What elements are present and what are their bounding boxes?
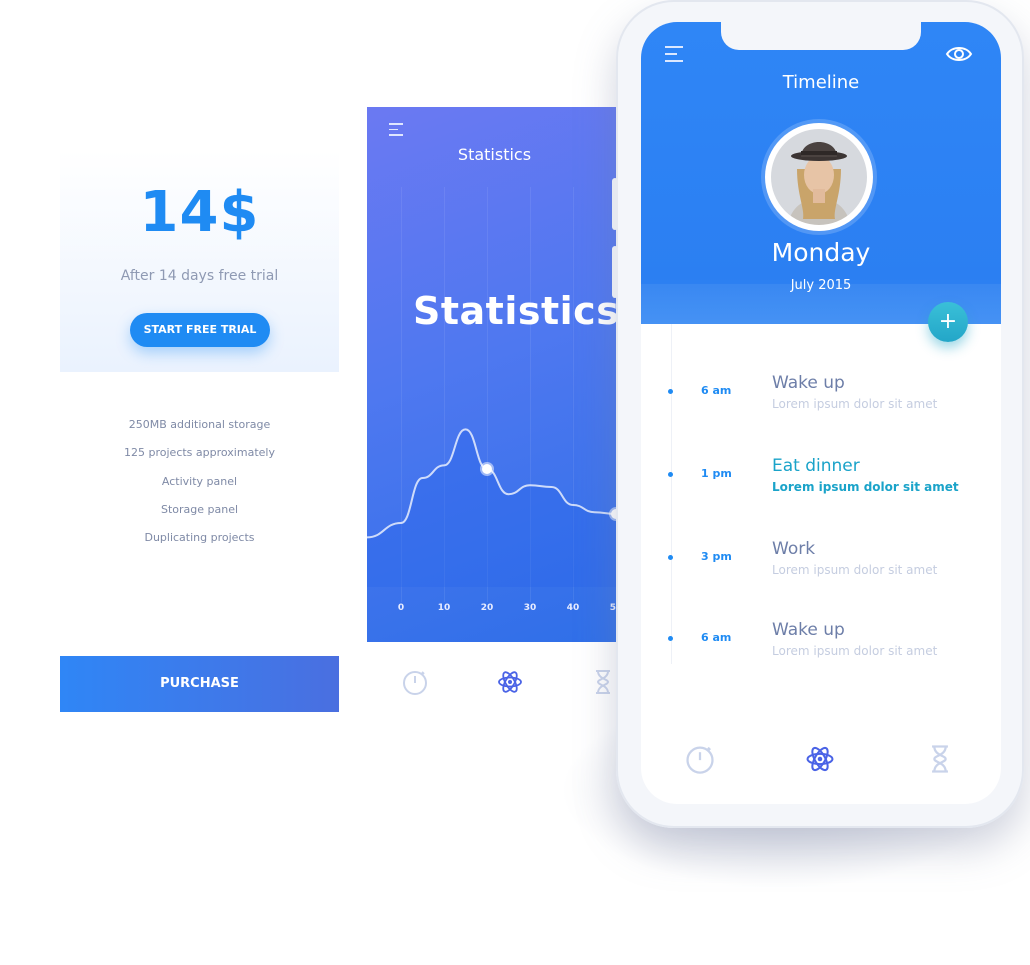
pricing-header: 14$ After 14 days free trial START FREE … — [60, 150, 339, 372]
phone-side-button — [612, 246, 618, 298]
hourglass-icon[interactable] — [923, 742, 957, 776]
x-tick-label: 20 — [480, 603, 494, 613]
pricing-card: 14$ After 14 days free trial START FREE … — [60, 150, 339, 712]
avatar-portrait-icon — [767, 125, 871, 229]
timeline-dot — [668, 636, 673, 641]
event-description: Lorem ipsum dolor sit amet — [772, 644, 938, 658]
day-label: Monday — [771, 238, 871, 267]
x-tick-label: 40 — [566, 603, 580, 613]
stopwatch-icon[interactable] — [683, 742, 717, 776]
purchase-button[interactable]: PURCHASE — [60, 656, 339, 712]
timeline-screen: Timeline Monday July 2015 + 6 am Wake up… — [641, 22, 1001, 804]
event-description: Lorem ipsum dolor sit amet — [772, 397, 938, 411]
feature-item: 125 projects approximately — [124, 446, 275, 460]
feature-item: 250MB additional storage — [128, 418, 271, 431]
statistics-line-chart — [367, 428, 622, 587]
atom-icon[interactable] — [803, 742, 837, 776]
event-title: Wake up — [772, 373, 845, 393]
menu-icon[interactable] — [389, 123, 403, 137]
event-time: 1 pm — [701, 467, 732, 480]
timeline-event-active[interactable]: 1 pm Eat dinner Lorem ipsum dolor sit am… — [641, 445, 1001, 505]
price-subtitle: After 14 days free trial — [120, 268, 279, 284]
event-title: Eat dinner — [772, 456, 860, 476]
timeline-event[interactable]: 3 pm Work Lorem ipsum dolor sit amet — [641, 528, 1001, 588]
timeline-dot — [668, 389, 673, 394]
feature-item: Storage panel — [160, 502, 239, 516]
menu-icon[interactable] — [665, 46, 683, 64]
hourglass-icon[interactable] — [588, 667, 618, 697]
timeline-dot — [668, 472, 673, 477]
chart-data-point[interactable] — [480, 462, 494, 476]
timeline-title: Timeline — [782, 72, 860, 93]
timeline-bottom-nav — [641, 727, 1001, 787]
timeline-event[interactable]: 6 am Wake up Lorem ipsum dolor sit amet — [641, 362, 1001, 422]
feature-item: Activity panel — [161, 474, 238, 488]
eye-icon[interactable] — [945, 42, 973, 66]
add-event-button[interactable]: + — [928, 302, 968, 342]
event-time: 6 am — [701, 384, 732, 397]
stopwatch-icon[interactable] — [400, 667, 430, 697]
start-free-trial-button[interactable]: START FREE TRIAL — [130, 313, 270, 347]
event-time: 3 pm — [701, 550, 732, 563]
phone-notch — [721, 22, 921, 50]
timeline-event[interactable]: 6 am Wake up Lorem ipsum dolor sit amet — [641, 609, 1001, 669]
statistics-screen: Statistics Statistics 0 10 20 30 40 50 — [367, 107, 622, 642]
chart-area-fill — [367, 429, 616, 587]
event-title: Wake up — [772, 620, 845, 640]
event-description: Lorem ipsum dolor sit amet — [772, 480, 959, 494]
event-title: Work — [772, 539, 816, 559]
atom-icon[interactable] — [495, 667, 525, 697]
statistics-header-title: Statistics — [457, 145, 532, 164]
avatar[interactable] — [765, 123, 873, 231]
x-tick-label: 10 — [437, 603, 451, 613]
statistics-bottom-nav — [367, 655, 622, 711]
feature-item: Duplicating projects — [144, 531, 255, 545]
date-label: July 2015 — [790, 278, 852, 293]
phone-side-button — [612, 178, 618, 230]
x-tick-label: 0 — [397, 603, 405, 613]
statistics-big-title: Statistics — [413, 289, 620, 333]
timeline-dot — [668, 555, 673, 560]
event-time: 6 am — [701, 631, 732, 644]
event-description: Lorem ipsum dolor sit amet — [772, 563, 938, 577]
timeline-header: Timeline Monday July 2015 — [641, 22, 1001, 324]
price: 14$ — [139, 180, 260, 245]
x-tick-label: 30 — [523, 603, 537, 613]
feature-list: 250MB additional storage 125 projects ap… — [60, 418, 339, 559]
